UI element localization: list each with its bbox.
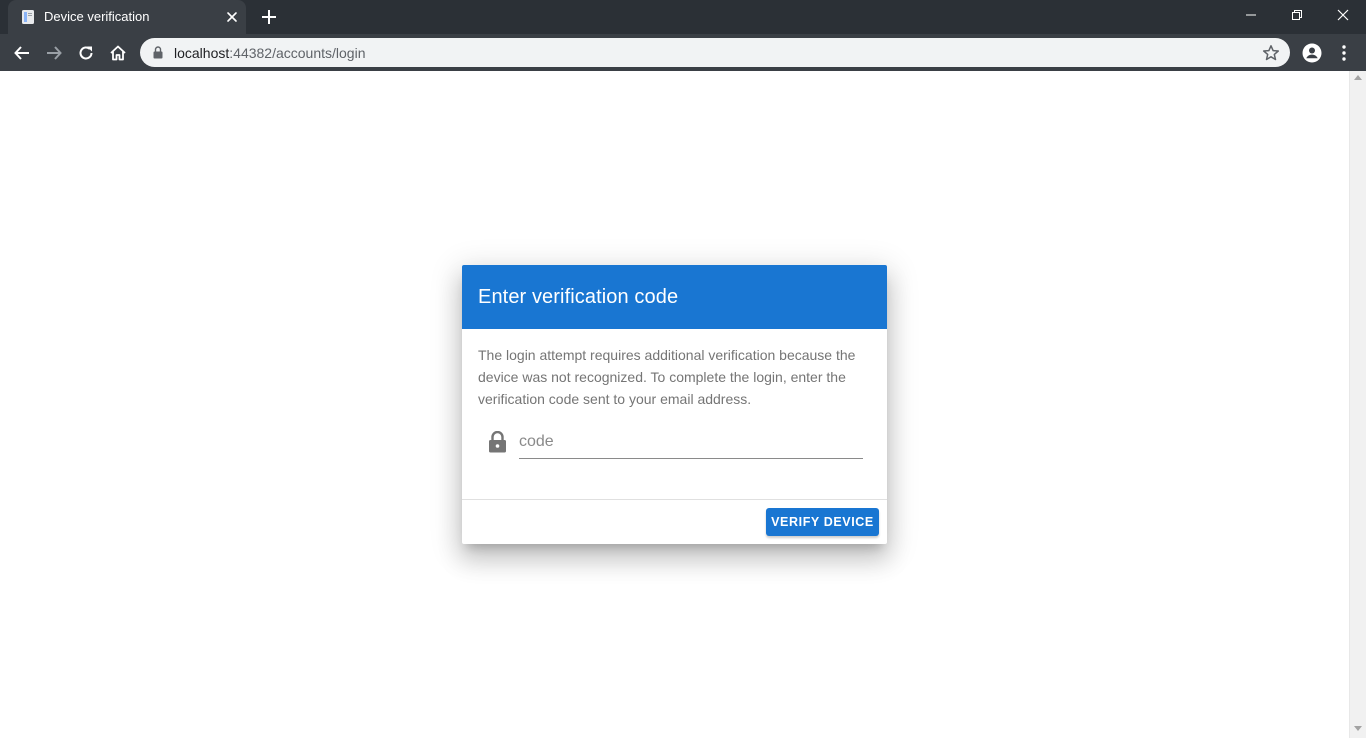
- dialog-message: The login attempt requires additional ve…: [478, 347, 856, 407]
- star-icon[interactable]: [1262, 44, 1280, 62]
- restore-icon: [1292, 10, 1302, 20]
- close-icon: [1337, 9, 1349, 21]
- minimize-button[interactable]: [1228, 0, 1274, 30]
- reload-button[interactable]: [75, 42, 97, 64]
- document-icon: [22, 10, 34, 24]
- window-close-button[interactable]: [1320, 0, 1366, 30]
- scroll-up-arrow-icon[interactable]: [1354, 75, 1362, 80]
- scroll-down-arrow-icon[interactable]: [1354, 726, 1362, 731]
- forward-button[interactable]: [43, 42, 65, 64]
- url-host: localhost: [174, 45, 230, 61]
- arrow-left-icon: [14, 46, 29, 60]
- verify-device-button[interactable]: VERIFY DEVICE: [766, 508, 879, 536]
- dialog-divider: [462, 499, 887, 500]
- restore-button[interactable]: [1274, 0, 1320, 30]
- plus-icon[interactable]: [260, 8, 278, 26]
- browser-toolbar: localhost:44382/accounts/login: [0, 34, 1366, 71]
- home-button[interactable]: [107, 42, 129, 64]
- browser-tabstrip: Device verification: [0, 0, 1366, 34]
- lock-icon: [489, 431, 506, 453]
- browser-menu-button[interactable]: [1333, 42, 1355, 64]
- account-circle-icon: [1302, 43, 1322, 63]
- browser-tab[interactable]: Device verification: [8, 0, 246, 34]
- tab-close-icon[interactable]: [224, 9, 240, 25]
- back-button[interactable]: [11, 42, 33, 64]
- tab-title: Device verification: [44, 9, 150, 24]
- kebab-menu-icon: [1342, 45, 1346, 61]
- secure-lock-icon: [153, 46, 163, 59]
- vertical-scrollbar[interactable]: [1349, 71, 1366, 738]
- url-text: localhost:44382/accounts/login: [174, 45, 365, 61]
- address-bar[interactable]: localhost:44382/accounts/login: [140, 38, 1290, 67]
- verification-dialog: Enter verification code The login attemp…: [462, 265, 887, 544]
- home-icon: [110, 45, 126, 61]
- dialog-header: Enter verification code: [462, 265, 887, 329]
- url-path: :44382/accounts/login: [229, 45, 366, 61]
- dialog-title: Enter verification code: [478, 286, 679, 308]
- minimize-icon: [1246, 14, 1256, 16]
- verification-code-input[interactable]: [519, 429, 863, 459]
- profile-button[interactable]: [1301, 42, 1323, 64]
- reload-icon: [79, 46, 93, 60]
- arrow-right-icon: [47, 46, 62, 60]
